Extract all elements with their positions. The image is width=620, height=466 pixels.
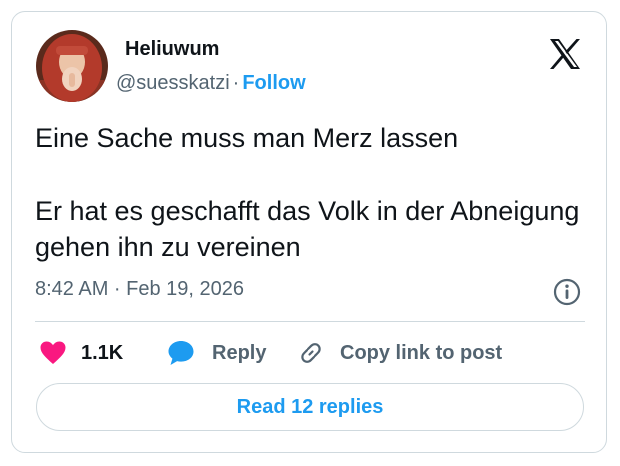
post-text-line: Eine Sache muss man Merz lassen [35, 123, 459, 153]
author-handle[interactable]: @suesskatzi [116, 72, 230, 94]
follow-button[interactable]: Follow [242, 72, 305, 94]
reply-button[interactable]: Reply [167, 338, 266, 368]
copy-link-button[interactable]: Copy link to post [297, 338, 502, 368]
speech-bubble-icon [167, 339, 195, 367]
copy-link-label: Copy link to post [340, 341, 503, 364]
info-icon[interactable] [553, 278, 581, 306]
post-timestamp[interactable]: 8:42 AM · Feb 19, 2026 [35, 278, 244, 301]
heart-icon [39, 340, 67, 366]
author-handle-row: @suesskatzi · Follow [116, 72, 306, 95]
reply-label: Reply [212, 341, 267, 364]
separator-dot: · [232, 72, 240, 94]
x-logo-icon[interactable] [547, 36, 583, 72]
read-replies-button[interactable]: Read 12 replies [36, 383, 584, 431]
divider [35, 321, 585, 322]
post-text-line: Er hat es geschafft das Volk in der Abne… [35, 196, 580, 262]
author-display-name[interactable]: Heliuwum [125, 38, 219, 61]
post-text: Eine Sache muss man Merz lassen Er hat e… [35, 120, 595, 265]
read-replies-label: Read 12 replies [236, 395, 384, 418]
avatar-image [36, 30, 108, 102]
link-icon [297, 339, 325, 367]
like-button[interactable]: 1.1K [39, 338, 123, 368]
like-count: 1.1K [81, 341, 124, 364]
embedded-post-card: Heliuwum @suesskatzi · Follow Eine Sache m… [11, 11, 607, 453]
avatar[interactable] [36, 30, 108, 102]
